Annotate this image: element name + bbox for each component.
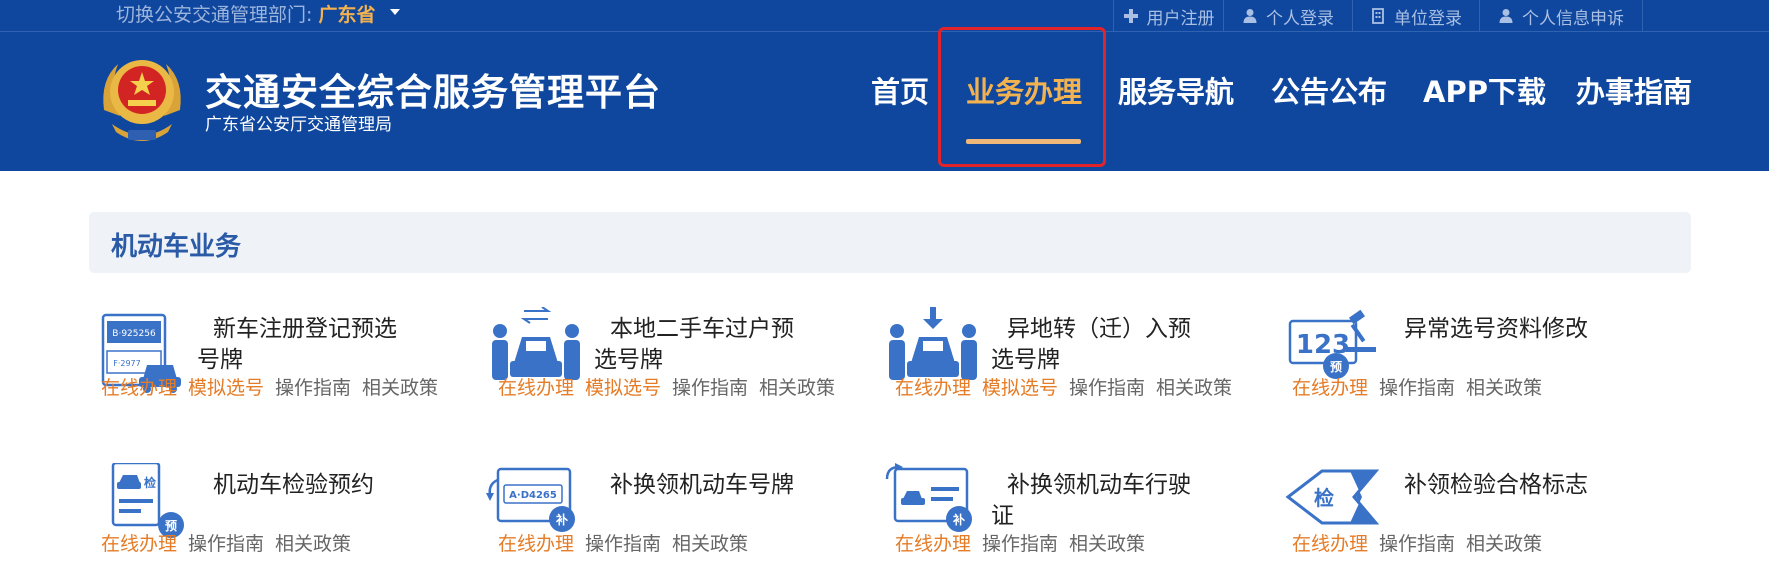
department-switcher[interactable]: 切换公安交通管理部门: 广东省 [116,2,400,28]
service-name[interactable]: 本地二手车过户预选号牌 [594,314,804,376]
user-register-link[interactable]: 用户注册 [1113,0,1223,32]
personal-login-link[interactable]: 个人登录 [1223,0,1352,32]
service-name[interactable]: 新车注册登记预选号牌 [197,314,407,376]
operation-guide-link[interactable]: 操作指南 [1069,377,1145,399]
svg-text:检: 检 [1314,486,1334,510]
service-links: 在线办理 模拟选号 操作指南 相关政策 [895,375,1243,401]
top-links: 用户注册 个人登录 单位登录 个人信息申诉 [1113,0,1643,32]
online-handle-link[interactable]: 在线办理 [1292,377,1368,399]
online-handle-link[interactable]: 在线办理 [101,533,177,555]
service-name[interactable]: 异常选号资料修改 [1388,314,1598,345]
related-policy-link[interactable]: 相关政策 [275,533,351,555]
person-icon [1499,9,1513,23]
service-item: 补 补换领机动车行驶证 在线办理 操作指南 相关政策 [883,463,1273,573]
section-title: 机动车业务 [111,232,242,262]
service-links: 在线办理 操作指南 相关政策 [1292,531,1553,557]
simulate-select-link[interactable]: 模拟选号 [188,377,264,399]
nav-service-guide[interactable]: 服务导航 [1118,70,1234,114]
top-link-label: 个人登录 [1266,8,1334,29]
personal-info-appeal-link[interactable]: 个人信息申诉 [1479,0,1643,32]
site-subtitle: 广东省公安厅交通管理局 [205,115,392,135]
service-item: 123 预 异常选号资料修改 在线办理 操作指南 相关政策 [1280,307,1670,417]
operation-guide-link[interactable]: 操作指南 [188,533,264,555]
site-title[interactable]: 交通安全综合服务管理平台 [205,62,661,116]
top-bar: 切换公安交通管理部门: 广东省 用户注册 个人登录 单位登录 个人信息申诉 [0,0,1769,32]
service-links: 在线办理 模拟选号 操作指南 相关政策 [101,375,449,401]
related-policy-link[interactable]: 相关政策 [362,377,438,399]
department-label: 切换公安交通管理部门: [116,4,313,26]
section-header: 机动车业务 [89,212,1691,273]
service-links: 在线办理 操作指南 相关政策 [101,531,362,557]
caret-down-icon[interactable] [389,8,400,15]
site-header: 切换公安交通管理部门: 广东省 用户注册 个人登录 单位登录 个人信息申诉 交通… [0,0,1769,171]
related-policy-link[interactable]: 相关政策 [1466,533,1542,555]
related-policy-link[interactable]: 相关政策 [1466,377,1542,399]
svg-text:补: 补 [952,512,965,527]
related-policy-link[interactable]: 相关政策 [759,377,835,399]
operation-guide-link[interactable]: 操作指南 [672,377,748,399]
service-name[interactable]: 异地转（迁）入预选号牌 [991,314,1201,376]
operation-guide-link[interactable]: 操作指南 [1379,533,1455,555]
police-emblem-icon[interactable] [98,50,186,146]
operation-guide-link[interactable]: 操作指南 [585,533,661,555]
service-links: 在线办理 操作指南 相关政策 [1292,375,1553,401]
simulate-select-link[interactable]: 模拟选号 [982,377,1058,399]
department-value[interactable]: 广东省 [318,4,375,26]
person-icon [1243,9,1257,23]
svg-text:补: 补 [555,512,568,527]
online-handle-link[interactable]: 在线办理 [498,377,574,399]
service-links: 在线办理 操作指南 相关政策 [895,531,1156,557]
online-handle-link[interactable]: 在线办理 [498,533,574,555]
svg-text:F·2977: F·2977 [113,359,141,368]
operation-guide-link[interactable]: 操作指南 [982,533,1058,555]
nav-announcements[interactable]: 公告公布 [1271,70,1387,114]
top-link-label: 单位登录 [1394,8,1462,29]
nav-app-download[interactable]: APP下载 [1423,70,1546,114]
service-name[interactable]: 补领检验合格标志 [1388,470,1598,501]
svg-text:A·D4265: A·D4265 [509,490,557,501]
online-handle-link[interactable]: 在线办理 [101,377,177,399]
service-links: 在线办理 操作指南 相关政策 [498,531,759,557]
operation-guide-link[interactable]: 操作指南 [275,377,351,399]
service-name[interactable]: 补换领机动车行驶证 [991,470,1201,532]
building-icon [1372,8,1384,24]
plus-icon [1123,9,1138,23]
svg-text:B·925256: B·925256 [112,329,156,339]
simulate-select-link[interactable]: 模拟选号 [585,377,661,399]
online-handle-link[interactable]: 在线办理 [1292,533,1368,555]
unit-login-link[interactable]: 单位登录 [1352,0,1479,32]
related-policy-link[interactable]: 相关政策 [1156,377,1232,399]
related-policy-link[interactable]: 相关政策 [1069,533,1145,555]
service-item: 本地二手车过户预选号牌 在线办理 模拟选号 操作指南 相关政策 [486,307,876,417]
top-link-label: 用户注册 [1146,8,1215,29]
service-item: 检 补领检验合格标志 在线办理 操作指南 相关政策 [1280,463,1670,573]
top-link-label: 个人信息申诉 [1522,8,1624,29]
service-name[interactable]: 机动车检验预约 [197,470,407,501]
svg-text:预: 预 [1330,360,1342,374]
nav-home[interactable]: 首页 [871,70,929,114]
nav-guide[interactable]: 办事指南 [1576,70,1692,114]
service-item: 异地转（迁）入预选号牌 在线办理 模拟选号 操作指南 相关政策 [883,307,1273,417]
service-name[interactable]: 补换领机动车号牌 [594,470,804,501]
online-handle-link[interactable]: 在线办理 [895,533,971,555]
service-item: 检 预 机动车检验预约 在线办理 操作指南 相关政策 [89,463,479,573]
operation-guide-link[interactable]: 操作指南 [1379,377,1455,399]
nav-highlight-box [938,27,1106,167]
online-handle-link[interactable]: 在线办理 [895,377,971,399]
service-item: A·D4265 补 补换领机动车号牌 在线办理 操作指南 相关政策 [486,463,876,573]
svg-text:检: 检 [144,475,156,490]
service-links: 在线办理 模拟选号 操作指南 相关政策 [498,375,846,401]
related-policy-link[interactable]: 相关政策 [672,533,748,555]
service-item: B·925256 F·2977 新车注册登记预选号牌 在线办理 模拟选号 操作指南相… [89,307,479,417]
